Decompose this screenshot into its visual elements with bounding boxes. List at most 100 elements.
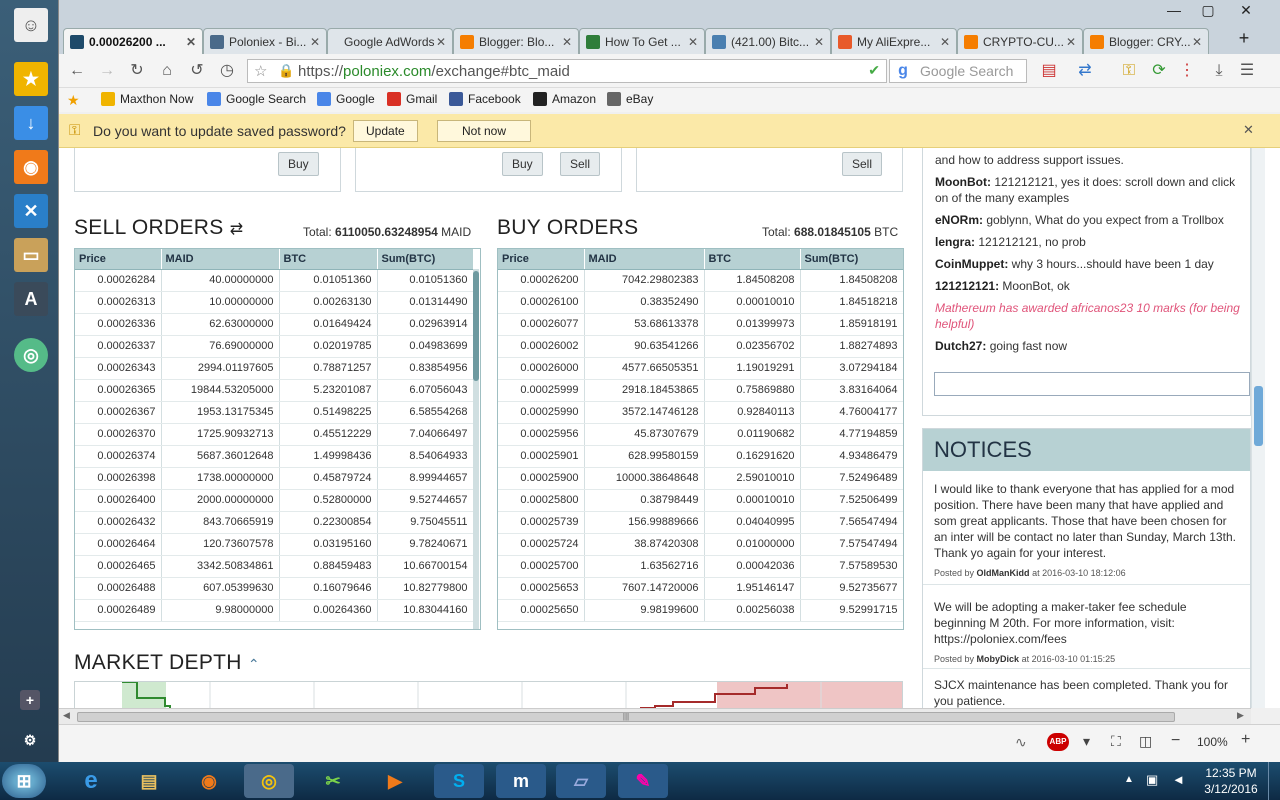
media-player-icon[interactable]: ▶ <box>370 764 420 798</box>
table-row[interactable]: 0.00026200 7042.29802383 1.84508208 1.84508… <box>498 269 903 292</box>
table-row[interactable]: 0.00025800 0.38798449 0.00010010 7.52506499 <box>498 489 903 512</box>
dropdown-icon[interactable]: ▾ <box>1083 733 1090 750</box>
zoom-in-icon[interactable]: + <box>1241 731 1250 749</box>
sell-button[interactable]: Sell <box>842 152 883 176</box>
translate-icon[interactable]: ⇄ <box>1075 61 1095 81</box>
favorites-star-icon[interactable]: ★ <box>67 92 80 109</box>
column-header[interactable]: MAID <box>161 249 280 270</box>
smiley-icon[interactable]: ☺ <box>14 8 48 42</box>
tab[interactable]: My AliExpre... ✕ <box>831 28 957 54</box>
table-row[interactable]: 0.00026398 1738.00000000 0.45879724 8.99944… <box>75 467 474 490</box>
close-icon[interactable]: ✕ <box>562 35 572 49</box>
pin-icon[interactable]: ✔ <box>868 62 880 79</box>
maxthon-icon[interactable]: m <box>496 764 546 798</box>
tab[interactable]: Blogger: Blo... ✕ <box>453 28 579 54</box>
table-row[interactable]: 0.00026464 120.73607578 0.03195160 9.782406… <box>75 533 474 556</box>
tab[interactable]: Poloniex - Bi... ✕ <box>203 28 327 54</box>
column-header[interactable]: Price <box>498 249 585 270</box>
table-row[interactable]: 0.00025956 45.87307679 0.01190682 4.7719485… <box>498 423 903 446</box>
close-icon[interactable]: ✕ <box>1192 35 1202 49</box>
scroll-right-icon[interactable]: ▶ <box>1237 710 1244 721</box>
table-row[interactable]: 0.00026374 5687.36012648 1.49998436 8.54064… <box>75 445 474 468</box>
adblock-icon[interactable]: ABP <box>1047 733 1069 751</box>
notes-icon[interactable]: ▭ <box>14 238 48 272</box>
minimize-button[interactable]: — <box>1161 2 1187 22</box>
table-row[interactable]: 0.00026343 2994.01197605 0.78871257 0.83854… <box>75 357 474 380</box>
system-clock[interactable]: 12:35 PM 3/12/2016 <box>1196 765 1266 797</box>
horizontal-scrollbar[interactable]: ◀ ||| ▶ <box>59 708 1251 724</box>
table-row[interactable]: 0.00025900 10000.38648648 2.59010010 7.5249… <box>498 467 903 490</box>
close-icon[interactable]: ✕ <box>186 35 196 49</box>
start-button[interactable]: ⊞ <box>2 764 46 798</box>
tab[interactable]: (421.00) Bitc... ✕ <box>705 28 831 54</box>
chat-username[interactable]: MoonBot: <box>935 175 991 189</box>
translate-icon[interactable]: A <box>14 282 48 316</box>
table-row[interactable]: 0.00025990 3572.14746128 0.92840113 4.76004… <box>498 401 903 424</box>
tab-active[interactable]: 0.00026200 ... ✕ <box>63 28 203 54</box>
add-icon[interactable]: + <box>20 690 40 710</box>
table-row[interactable]: 0.00026400 2000.00000000 0.52800000 9.52744… <box>75 489 474 512</box>
skype-icon[interactable]: S <box>434 764 484 798</box>
column-header[interactable]: Price <box>75 249 162 270</box>
feed-icon[interactable]: ▤ <box>1039 61 1059 81</box>
table-row[interactable]: 0.00026465 3342.50834861 0.88459483 10.6670… <box>75 555 474 578</box>
split-view-icon[interactable]: ◫ <box>1139 733 1152 750</box>
table-row[interactable]: 0.00026313 10.00000000 0.00263130 0.0131449… <box>75 291 474 314</box>
internet-explorer-icon[interactable]: e <box>66 764 116 798</box>
sell-button[interactable]: Sell <box>560 152 601 176</box>
bookmark-google[interactable]: Google <box>317 92 375 106</box>
table-row[interactable]: 0.00026002 90.63541266 0.02356702 1.8827489… <box>498 335 903 358</box>
tab[interactable]: CRYPTO-CU... ✕ <box>957 28 1083 54</box>
chat-username[interactable]: eNORm: <box>935 213 983 227</box>
scrollbar-thumb[interactable] <box>473 271 479 381</box>
close-icon[interactable]: ✕ <box>1066 35 1076 49</box>
undo-icon[interactable]: ↺ <box>187 61 207 81</box>
close-icon[interactable]: ✕ <box>436 35 446 49</box>
column-header[interactable]: Sum(BTC) <box>377 249 474 270</box>
tools-icon[interactable]: ✕ <box>14 194 48 228</box>
puzzle-icon[interactable]: ⋮ <box>1177 61 1197 81</box>
fullscreen-icon[interactable]: ⛶ <box>1111 733 1121 750</box>
app-icon[interactable]: ✂ <box>308 764 358 798</box>
home-icon[interactable]: ⌂ <box>157 61 177 81</box>
column-header[interactable]: BTC <box>279 249 378 270</box>
table-row[interactable]: 0.00026370 1725.90932713 0.45512229 7.04066… <box>75 423 474 446</box>
show-desktop-button[interactable] <box>1268 762 1280 800</box>
update-password-button[interactable]: Update <box>353 120 418 142</box>
maximize-button[interactable]: ▢ <box>1195 2 1221 22</box>
tab[interactable]: Google AdWords ✕ <box>327 28 453 54</box>
table-row[interactable]: 0.00026367 1953.13175345 0.51498225 6.58554… <box>75 401 474 424</box>
table-row[interactable]: 0.00025650 9.98199600 0.00256038 9.52991715 <box>498 599 903 622</box>
address-bar[interactable]: ☆ 🔒 https://poloniex.com/exchange#btc_ma… <box>247 59 887 83</box>
key-icon[interactable]: ⚿ <box>1119 61 1139 81</box>
table-row[interactable]: 0.00026365 19844.53205000 5.23201087 6.0705… <box>75 379 474 402</box>
table-row[interactable]: 0.00026100 0.38352490 0.00010010 1.84518218 <box>498 291 903 314</box>
bookmark-amazon[interactable]: Amazon <box>533 92 596 106</box>
column-header[interactable]: MAID <box>584 249 705 270</box>
table-row[interactable]: 0.00025653 7607.14720006 1.95146147 9.52735… <box>498 577 903 600</box>
new-tab-button[interactable]: + <box>1231 28 1257 48</box>
table-row[interactable]: 0.00025999 2918.18453865 0.75869880 3.83164… <box>498 379 903 402</box>
column-header[interactable]: BTC <box>704 249 801 270</box>
not-now-button[interactable]: Not now <box>437 120 531 142</box>
page-scrollbar[interactable] <box>1251 148 1265 708</box>
paint-icon[interactable]: ✎ <box>618 764 668 798</box>
gear-icon[interactable]: ⚙ <box>20 730 40 750</box>
column-header[interactable]: Sum(BTC) <box>800 249 903 270</box>
bookmark-star-icon[interactable]: ☆ <box>254 62 267 80</box>
table-row[interactable]: 0.00025700 1.63562716 0.00042036 7.57589530 <box>498 555 903 578</box>
back-icon[interactable]: ← <box>67 61 87 81</box>
bookmark-facebook[interactable]: Facebook <box>449 92 521 106</box>
table-row[interactable]: 0.00025739 156.99889666 0.04040995 7.565474… <box>498 511 903 534</box>
close-icon[interactable]: ✕ <box>940 35 950 49</box>
refresh-icon[interactable]: ↻ <box>127 61 147 81</box>
chrome-desktop-icon[interactable]: ◎ <box>14 338 48 372</box>
bookmark-gmail[interactable]: Gmail <box>387 92 437 106</box>
table-row[interactable]: 0.00026284 40.00000000 0.01051360 0.0105136… <box>75 269 474 292</box>
table-row[interactable]: 0.00026000 4577.66505351 1.19019291 3.07294… <box>498 357 903 380</box>
file-explorer-icon[interactable]: ▤ <box>124 764 174 798</box>
chrome-icon[interactable]: ◎ <box>244 764 294 798</box>
download-icon[interactable]: ⤓ <box>1209 61 1229 81</box>
sync-icon[interactable]: ⟳ <box>1149 61 1169 81</box>
activity-icon[interactable]: ∿ <box>1015 734 1027 751</box>
